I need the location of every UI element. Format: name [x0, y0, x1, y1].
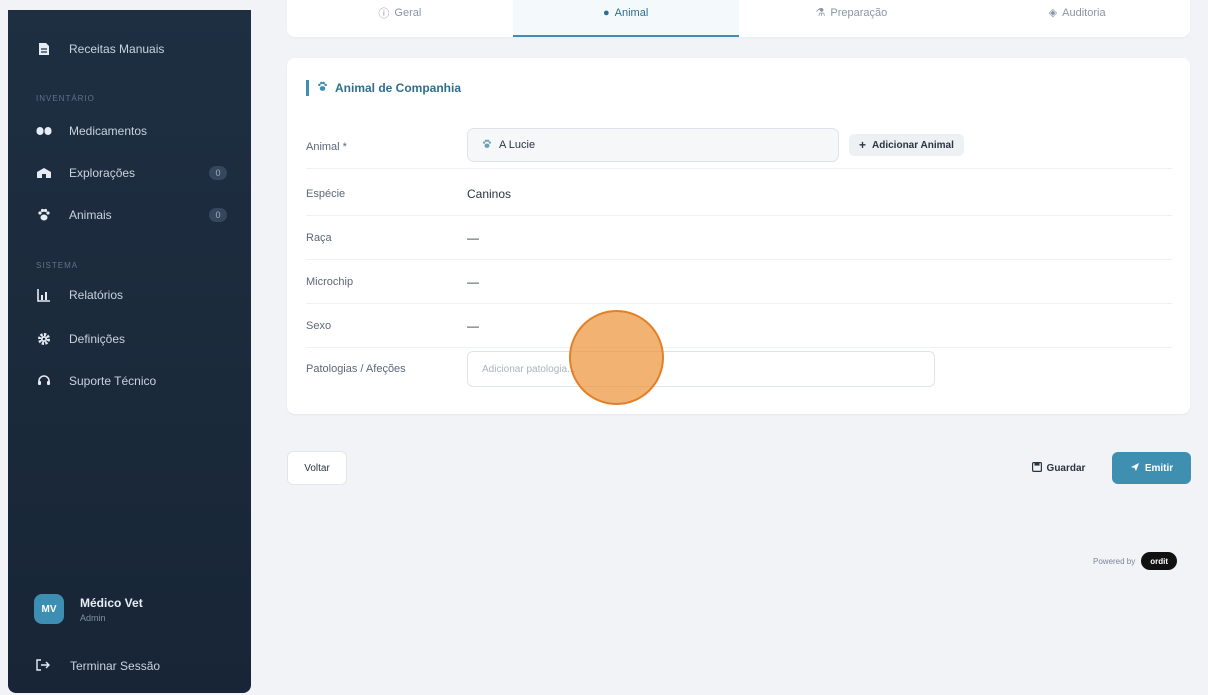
tab-label: Geral [394, 6, 422, 19]
chart-icon [36, 287, 52, 303]
tab-auditoria[interactable]: ◈ Auditoria [964, 0, 1190, 37]
sidebar-item-definicoes[interactable]: Definições [8, 322, 251, 356]
field-row-sexo: Sexo — [306, 304, 1172, 348]
logout-button[interactable]: Terminar Sessão [36, 658, 160, 674]
emit-button[interactable]: Emitir [1112, 452, 1191, 484]
tab-label: Preparação [830, 6, 888, 19]
field-row-especie: Espécie Caninos [306, 172, 1172, 216]
tab-bar: ⓘ Geral ● Animal ⚗ Preparação ◈ Auditori… [287, 0, 1190, 37]
add-animal-button[interactable]: + Adicionar Animal [849, 134, 964, 156]
tab-label: Auditoria [1062, 6, 1106, 19]
barn-icon [36, 165, 52, 181]
especie-label: Espécie [306, 187, 346, 200]
sidebar-section-system: Sistema [36, 261, 79, 270]
user-name: Médico Vet [80, 595, 143, 610]
sidebar-item-label: Animais [69, 208, 112, 222]
sidebar-item-label: Relatórios [69, 288, 124, 302]
sidebar-section-inventory: Inventário [36, 94, 95, 103]
patologias-input[interactable]: Adicionar patologia... [467, 351, 935, 387]
back-button[interactable]: Voltar [287, 451, 347, 485]
sidebar-item-label: Explorações [69, 166, 136, 180]
animal-select-value: A Lucie [499, 139, 536, 151]
headset-icon [36, 373, 52, 389]
document-icon [36, 41, 52, 57]
microchip-label: Microchip [306, 275, 354, 288]
sidebar-item-label: Definições [69, 332, 126, 346]
logout-label: Terminar Sessão [70, 659, 161, 673]
paw-icon [317, 81, 328, 95]
sidebar-item-animais[interactable]: Animais 0 [8, 198, 251, 232]
animal-card: Animal de Companhia Animal * A Lucie + A… [287, 58, 1190, 414]
user-role: Admin [80, 612, 106, 623]
brand-logo: ordit [1141, 552, 1178, 570]
card-title-text: Animal de Companhia [335, 81, 462, 95]
shield-icon: ◈ [1048, 7, 1058, 19]
sidebar-item-label: Medicamentos [69, 124, 148, 138]
plus-icon: + [859, 138, 867, 152]
info-icon: ⓘ [378, 7, 390, 20]
avatar: MV [34, 594, 64, 624]
flask-icon: ⚗ [815, 7, 826, 19]
save-icon [1031, 461, 1042, 475]
logout-icon [36, 658, 50, 674]
patologias-placeholder: Adicionar patologia... [482, 363, 576, 375]
paw-icon [482, 139, 492, 152]
tab-label: Animal [614, 6, 649, 19]
count-badge: 0 [209, 166, 227, 180]
paw-icon [36, 207, 52, 223]
raca-label: Raça [306, 231, 332, 244]
add-animal-label: Adicionar Animal [872, 139, 954, 151]
tab-animal[interactable]: ● Animal [512, 0, 739, 37]
animal-label: Animal * [306, 140, 347, 153]
tab-geral[interactable]: ⓘ Geral [287, 0, 513, 37]
field-row-patologias: Patologias / Afeções Adicionar patologia… [306, 346, 1172, 392]
raca-value: — [467, 230, 479, 245]
pills-icon [36, 123, 52, 139]
save-label: Guardar [1046, 462, 1086, 474]
card-title: Animal de Companhia [306, 80, 461, 96]
tab-preparacao[interactable]: ⚗ Preparação [739, 0, 965, 37]
sidebar: Receitas Manuais Inventário Medicamentos… [8, 10, 251, 693]
field-row-animal: Animal * A Lucie + Adicionar Animal [306, 125, 1172, 169]
save-button[interactable]: Guardar [1015, 452, 1102, 484]
sidebar-item-relatorios[interactable]: Relatórios [8, 278, 251, 312]
especie-value: Caninos [467, 186, 512, 201]
click-indicator [569, 310, 664, 405]
user-profile[interactable]: MV Médico Vet Admin [34, 594, 143, 624]
animal-select[interactable]: A Lucie [467, 128, 839, 162]
patologias-label: Patologias / Afeções [306, 363, 406, 375]
emit-label: Emitir [1144, 462, 1174, 474]
microchip-value: — [467, 274, 479, 289]
sexo-value: — [467, 318, 479, 333]
sidebar-item-exploracoes[interactable]: Explorações 0 [8, 156, 251, 190]
sidebar-item-medicamentos[interactable]: Medicamentos [8, 114, 251, 148]
paw-icon: ● [602, 6, 610, 19]
field-row-microchip: Microchip — [306, 260, 1172, 304]
count-badge: 0 [209, 208, 227, 222]
sidebar-item-label: Receitas Manuais [69, 42, 165, 56]
sidebar-item-receitas-manuais[interactable]: Receitas Manuais [8, 32, 251, 66]
powered-by-text: Powered by [1093, 556, 1136, 566]
sidebar-item-suporte-tecnico[interactable]: Suporte Técnico [8, 364, 251, 398]
send-icon [1130, 462, 1140, 475]
sidebar-item-label: Suporte Técnico [69, 374, 157, 388]
sexo-label: Sexo [306, 319, 332, 332]
field-row-raca: Raça — [306, 216, 1172, 260]
powered-by: Powered by ordit [1093, 552, 1178, 570]
gear-icon [36, 331, 52, 347]
